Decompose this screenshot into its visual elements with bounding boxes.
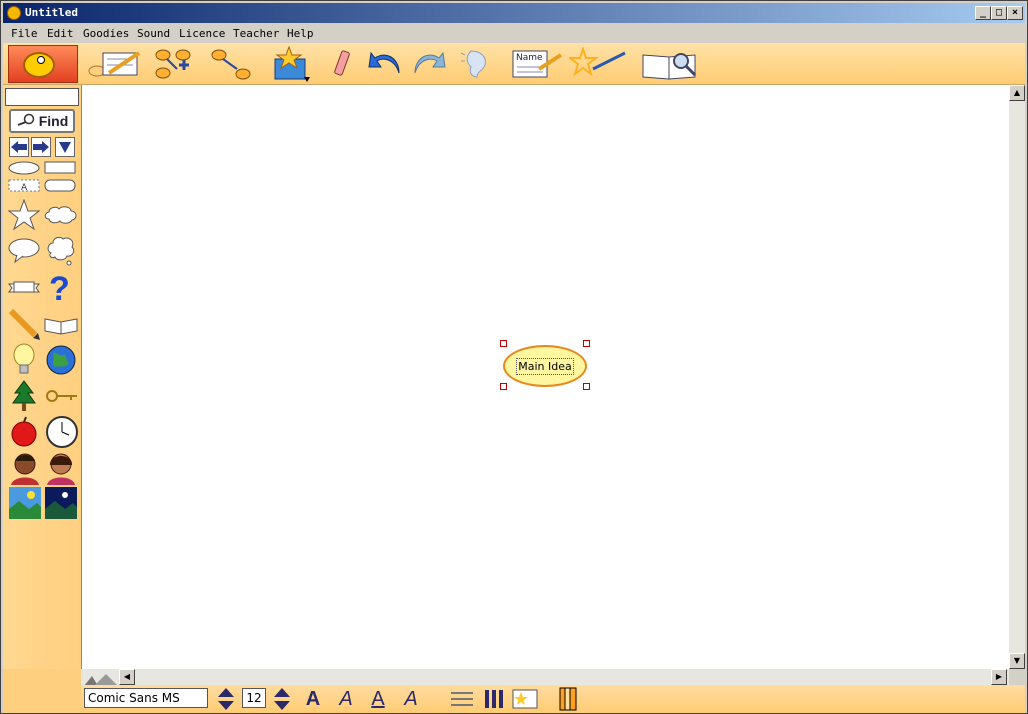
rounded-rectangle-symbol-icon[interactable]	[43, 179, 77, 193]
font-name-field[interactable]: Comic Sans MS	[84, 688, 208, 708]
application-window: Untitled _ □ × File Edit Goodies Sound L…	[0, 0, 1028, 714]
banner-symbol-icon[interactable]	[7, 279, 41, 297]
day-landscape-symbol-icon[interactable]	[9, 487, 41, 519]
underline-button[interactable]: A	[366, 687, 390, 711]
font-name-stepper-icon[interactable]	[215, 687, 237, 711]
cloud-symbol-icon[interactable]	[43, 205, 79, 225]
add-symbol-icon[interactable]	[153, 47, 193, 81]
close-button[interactable]: ×	[1007, 6, 1023, 20]
shape-paint-icon[interactable]	[569, 47, 629, 81]
window-title: Untitled	[25, 6, 78, 19]
oval-symbol-icon[interactable]	[7, 161, 41, 175]
pencil-symbol-icon[interactable]	[7, 307, 41, 341]
text-color-button[interactable]: A	[399, 687, 423, 711]
menu-help[interactable]: Help	[287, 27, 314, 40]
symbol-sidebar: Find A ?	[3, 85, 81, 713]
scroll-down-arrow-icon[interactable]: ▼	[1009, 653, 1025, 669]
rectangle-symbol-icon[interactable]	[43, 161, 77, 175]
app-icon	[7, 6, 21, 20]
book-symbol-icon[interactable]	[43, 313, 79, 335]
thought-bubble-symbol-icon[interactable]	[45, 235, 77, 267]
scroll-up-arrow-icon[interactable]: ▲	[1009, 85, 1025, 101]
boy-symbol-icon[interactable]	[9, 451, 41, 485]
font-size-field[interactable]: 12	[242, 688, 266, 708]
undo-icon[interactable]	[367, 47, 403, 81]
svg-text:Name: Name	[516, 53, 543, 63]
find-label: Find	[38, 113, 69, 129]
resize-handle-bottom-left[interactable]	[500, 383, 507, 390]
dictionary-icon[interactable]	[639, 47, 703, 81]
link-icon[interactable]	[209, 47, 253, 81]
resize-handle-top-right[interactable]	[583, 340, 590, 347]
light-bulb-symbol-icon[interactable]	[9, 343, 39, 377]
italic-button[interactable]: A	[334, 687, 358, 711]
bold-button[interactable]: A	[301, 687, 325, 711]
format-bar: Comic Sans MS 12 A A A A	[81, 685, 1025, 713]
columns-icon[interactable]	[483, 687, 505, 711]
notes-icon[interactable]	[87, 47, 143, 81]
question-mark-symbol-icon[interactable]: ?	[45, 271, 77, 303]
menu-file[interactable]: File	[11, 27, 38, 40]
apple-symbol-icon[interactable]	[9, 415, 39, 449]
main-idea-node[interactable]: Main Idea	[503, 345, 587, 387]
minimize-button[interactable]: _	[975, 6, 991, 20]
color-swatch-icon[interactable]	[557, 687, 579, 711]
text-label-symbol-icon[interactable]: A	[7, 179, 41, 193]
menu-teacher[interactable]: Teacher	[233, 27, 279, 40]
menu-edit[interactable]: Edit	[47, 27, 74, 40]
find-button[interactable]: Find	[9, 109, 75, 133]
alignment-arrows-icon[interactable]	[449, 687, 475, 711]
main-toolbar: Name	[3, 43, 1025, 85]
sidebar-footer	[3, 669, 81, 713]
clock-symbol-icon[interactable]	[45, 415, 79, 449]
app-logo[interactable]	[8, 45, 78, 83]
magnifier-icon	[16, 113, 36, 130]
menu-goodies[interactable]: Goodies	[83, 27, 129, 40]
font-size-stepper-icon[interactable]	[271, 687, 293, 711]
scroll-right-arrow-icon[interactable]: ▶	[991, 669, 1007, 685]
menu-bar: File Edit Goodies Sound Licence Teacher …	[3, 24, 1025, 43]
svg-text:?: ?	[49, 271, 70, 303]
listen-icon[interactable]	[461, 47, 497, 81]
mascot-eye	[37, 56, 45, 64]
main-idea-label[interactable]: Main Idea	[516, 357, 574, 375]
back-arrow-icon[interactable]	[9, 137, 29, 157]
key-symbol-icon[interactable]	[45, 385, 79, 407]
girl-symbol-icon[interactable]	[45, 451, 77, 485]
diagram-canvas[interactable]: Main Idea	[81, 85, 1009, 669]
forward-arrow-icon[interactable]	[31, 137, 51, 157]
night-landscape-symbol-icon[interactable]	[45, 487, 77, 519]
redo-icon[interactable]	[411, 47, 447, 81]
globe-symbol-icon[interactable]	[45, 343, 77, 377]
horizontal-scrollbar[interactable]: ◀ ▶	[81, 669, 1009, 686]
name-label-icon[interactable]: Name	[509, 47, 565, 81]
star-symbol-icon[interactable]	[7, 199, 41, 231]
scroll-left-arrow-icon[interactable]: ◀	[119, 669, 135, 685]
goodies-box-icon[interactable]	[271, 45, 313, 82]
speech-bubble-symbol-icon[interactable]	[7, 237, 41, 263]
vertical-scrollbar[interactable]: ▲ ▼	[1009, 85, 1025, 669]
resize-handle-top-left[interactable]	[500, 340, 507, 347]
eraser-icon[interactable]	[329, 47, 355, 81]
title-bar: Untitled _ □ ×	[3, 3, 1025, 23]
symbol-picture-icon[interactable]	[511, 687, 541, 711]
resize-handle-bottom-right[interactable]	[583, 383, 590, 390]
menu-licence[interactable]: Licence	[179, 27, 225, 40]
maximize-button[interactable]: □	[991, 6, 1007, 20]
symbol-search-input[interactable]	[5, 88, 79, 106]
menu-sound[interactable]: Sound	[137, 27, 170, 40]
dropdown-arrow-icon[interactable]	[55, 137, 75, 157]
svg-text:A: A	[21, 183, 28, 193]
tree-symbol-icon[interactable]	[9, 379, 39, 413]
